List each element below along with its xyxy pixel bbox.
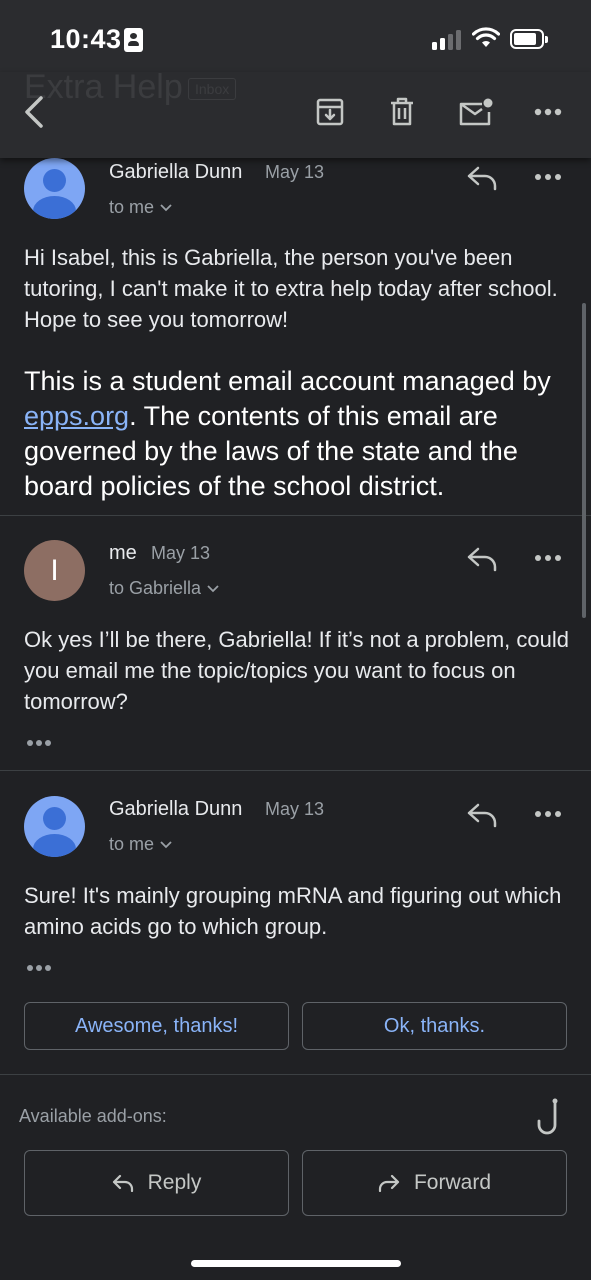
- sender-avatar[interactable]: [24, 158, 85, 219]
- message-body: Ok yes I’ll be there, Gabriella! If it’s…: [24, 627, 569, 714]
- message-body: Sure! It's mainly grouping mRNA and figu…: [24, 883, 562, 939]
- back-button[interactable]: [14, 92, 54, 132]
- show-trimmed-content-icon[interactable]: [26, 964, 54, 972]
- reply-icon[interactable]: [466, 801, 498, 829]
- cellular-signal-icon: [432, 30, 464, 50]
- scrollbar[interactable]: [582, 303, 586, 618]
- reply-label: Reply: [147, 1171, 202, 1194]
- toolbar-more-button[interactable]: [528, 92, 568, 132]
- battery-icon: [510, 29, 548, 49]
- wifi-icon: [472, 27, 500, 47]
- archive-icon: [316, 98, 344, 126]
- recipient-label: to Gabriella: [109, 578, 202, 598]
- more-options-icon[interactable]: [534, 172, 562, 182]
- sender-avatar[interactable]: I: [24, 540, 85, 601]
- reply-arrow-icon: [112, 1174, 133, 1192]
- reply-button[interactable]: Reply: [24, 1150, 289, 1216]
- forward-label: Forward: [413, 1171, 492, 1194]
- sender-name: Gabriella Dunn: [109, 798, 243, 820]
- message-divider: [0, 515, 591, 516]
- addon-hook-icon[interactable]: [533, 1097, 563, 1137]
- mail-unread-icon: [459, 98, 493, 126]
- message-date: May 13: [265, 799, 325, 819]
- chevron-down-icon: [207, 584, 219, 592]
- delete-button[interactable]: [382, 92, 422, 132]
- trash-icon: [391, 97, 413, 126]
- mark-unread-button[interactable]: [456, 92, 496, 132]
- more-options-icon[interactable]: [534, 809, 562, 819]
- disclaimer-text: This is a student email account managed …: [24, 366, 551, 396]
- message-date: May 13: [151, 543, 211, 563]
- recipient-details[interactable]: to me: [109, 834, 172, 855]
- reply-icon[interactable]: [466, 545, 498, 573]
- forward-button[interactable]: Forward: [302, 1150, 567, 1216]
- recipient-details[interactable]: to me: [109, 197, 172, 218]
- addons-label: Available add-ons:: [19, 1106, 167, 1126]
- inbox-label-badge: Inbox: [188, 78, 237, 100]
- chevron-down-icon: [160, 203, 172, 211]
- recipient-label: to me: [109, 197, 155, 217]
- sender-name: Gabriella Dunn: [109, 161, 243, 183]
- epps-link[interactable]: epps.org: [24, 401, 129, 431]
- email-disclaimer: This is a student email account managed …: [24, 364, 569, 504]
- more-horizontal-icon: [534, 108, 562, 116]
- email-toolbar: Extra Help Inbox: [0, 68, 591, 158]
- sender-name: me: [109, 542, 137, 564]
- message-date: May 13: [265, 162, 325, 182]
- smart-reply-chip-1[interactable]: Awesome, thanks!: [24, 1002, 289, 1050]
- contact-card-icon: [124, 28, 143, 52]
- smart-reply-chip-2[interactable]: Ok, thanks.: [302, 1002, 567, 1050]
- chevron-left-icon: [25, 96, 43, 128]
- recipient-label: to me: [109, 834, 155, 854]
- archive-button[interactable]: [310, 92, 350, 132]
- chevron-down-icon: [160, 840, 172, 848]
- forward-arrow-icon: [378, 1174, 400, 1192]
- message-body: Hi Isabel, this is Gabriella, the person…: [24, 245, 558, 332]
- status-bar: 10:43: [0, 0, 591, 72]
- show-trimmed-content-icon[interactable]: [26, 739, 54, 747]
- sender-avatar[interactable]: [24, 796, 85, 857]
- recipient-details[interactable]: to Gabriella: [109, 578, 219, 599]
- reply-icon[interactable]: [466, 164, 498, 192]
- message-divider: [0, 770, 591, 771]
- addons-divider: [0, 1074, 591, 1075]
- status-time: 10:43: [50, 24, 122, 54]
- home-indicator[interactable]: [191, 1260, 401, 1267]
- more-options-icon[interactable]: [534, 553, 562, 563]
